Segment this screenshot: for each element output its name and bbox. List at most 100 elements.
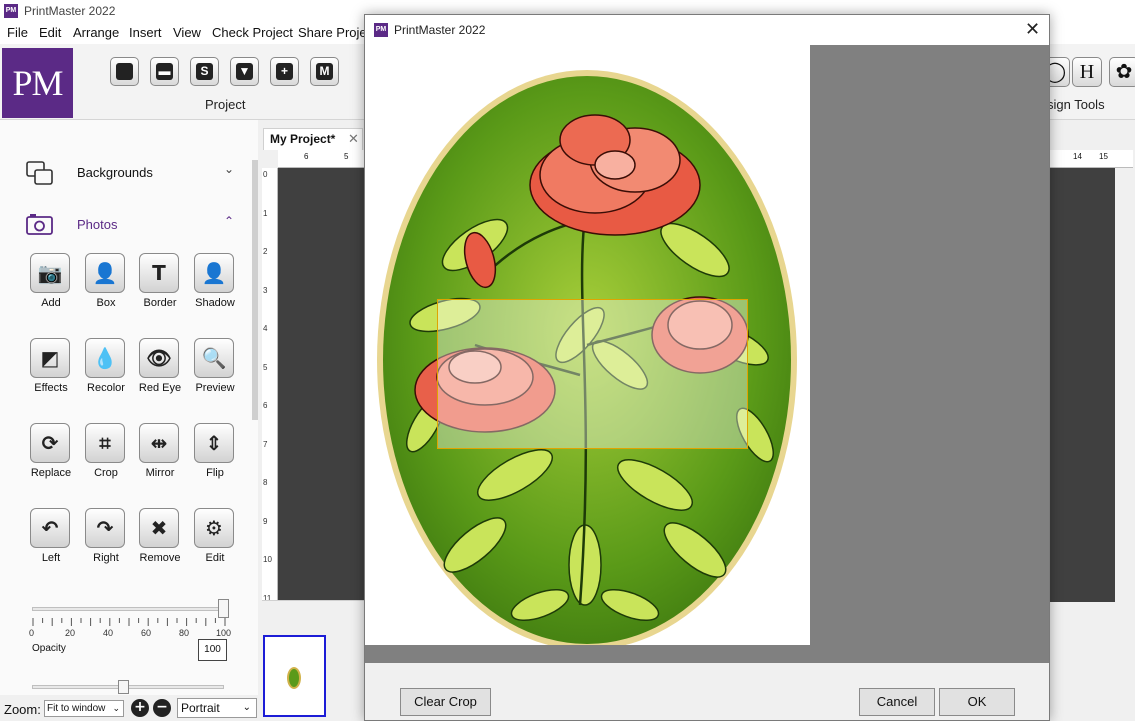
photos-section-header[interactable]: Photos ⌃ <box>0 204 250 244</box>
tool-label: Edit <box>205 552 225 564</box>
menu-arrange[interactable]: Arrange <box>73 25 119 40</box>
tool-label: Red Eye <box>138 382 182 394</box>
tool-button-face[interactable]: 👤 <box>85 253 125 293</box>
tool-right-button[interactable]: ↷ Right <box>82 508 136 572</box>
tool-button-face[interactable]: ⟳ <box>30 423 70 463</box>
tool-crop-button[interactable]: ⌗ Crop <box>82 423 136 487</box>
orientation-select[interactable]: Portrait ⌄ <box>177 698 257 718</box>
tool-button-face[interactable]: 🔍 <box>194 338 234 378</box>
tool-button-face[interactable]: ⇹ <box>139 423 179 463</box>
ruler-label: 14 <box>1073 152 1082 161</box>
ruler-label: 4 <box>263 324 268 333</box>
add-page-button[interactable]: + <box>270 57 299 86</box>
tool-button-face[interactable]: 💧 <box>85 338 125 378</box>
app-icon: PM <box>4 4 18 18</box>
new-project-button[interactable] <box>110 57 139 86</box>
tool-effects-button[interactable]: ◩ Effects <box>27 338 81 402</box>
secondary-slider-thumb[interactable] <box>118 680 130 694</box>
opacity-label: Opacity <box>32 643 66 654</box>
mirror-icon: ⇹ <box>150 431 168 455</box>
close-tab-icon[interactable]: ✕ <box>348 131 359 147</box>
effects-icon: ◩ <box>40 346 60 370</box>
tool-replace-button[interactable]: ⟳ Replace <box>27 423 81 487</box>
crop-image-area[interactable] <box>365 45 810 650</box>
opacity-slider-track[interactable] <box>32 607 224 611</box>
tool-button-face[interactable]: ⚙ <box>194 508 234 548</box>
ruler-label: 7 <box>263 439 268 449</box>
canvas-horizontal-scrollbar-right[interactable] <box>1049 602 1135 622</box>
tool-button-face[interactable]: 📷 <box>30 253 70 293</box>
crop-selection-rectangle[interactable] <box>437 299 748 449</box>
zoom-select[interactable]: Fit to window ⌄ <box>44 700 124 717</box>
tool-button-face[interactable]: ◩ <box>30 338 70 378</box>
replace-icon: ⟳ <box>41 431 59 455</box>
tool-recolor-button[interactable]: 💧 Recolor <box>82 338 136 402</box>
zoom-out-button[interactable]: − <box>153 699 171 717</box>
backgrounds-section-header[interactable]: Backgrounds ⌄ <box>0 152 250 192</box>
dialog-title: PrintMaster 2022 <box>394 23 486 37</box>
flower-tool-button[interactable]: ✿ <box>1109 57 1135 87</box>
tool-left-button[interactable]: ↶ Left <box>27 508 81 572</box>
dialog-close-button[interactable]: ✕ <box>1025 19 1040 40</box>
tool-button-face[interactable]: ↶ <box>30 508 70 548</box>
new-icon <box>116 63 133 80</box>
preview-icon: 🔍 <box>201 346 227 370</box>
opacity-scale-label: 100 <box>216 628 232 638</box>
tool-preview-button[interactable]: 🔍 Preview <box>191 338 245 402</box>
menu-edit[interactable]: Edit <box>39 25 61 40</box>
save-button[interactable]: S <box>190 57 219 86</box>
tool-label: Box <box>96 297 116 309</box>
page-thumbnail[interactable] <box>263 635 326 717</box>
tab-my-project[interactable]: My Project* ✕ <box>263 128 363 150</box>
dialog-app-icon: PM <box>374 23 388 37</box>
tool-shadow-button[interactable]: 👤 Shadow <box>191 253 245 317</box>
ruler-label: 0 <box>263 170 268 179</box>
tool-label: Shadow <box>195 297 235 309</box>
tool-border-button[interactable]: T Border <box>136 253 190 317</box>
zoom-select-value: Fit to window <box>47 703 106 714</box>
zoom-label: Zoom: <box>4 702 41 717</box>
canvas-area[interactable] <box>278 168 368 600</box>
clear-crop-button[interactable]: Clear Crop <box>400 688 491 716</box>
canvas-area-right[interactable] <box>1049 168 1115 602</box>
canvas-vertical-scrollbar[interactable] <box>1115 168 1135 602</box>
menu-share-project[interactable]: Share Projec <box>298 25 373 40</box>
opacity-slider-thumb[interactable] <box>218 599 229 618</box>
tool-button-face[interactable]: ⇕ <box>194 423 234 463</box>
tool-remove-button[interactable]: ✖ Remove <box>136 508 190 572</box>
opacity-value-input[interactable]: 100 <box>198 639 227 661</box>
camera-icon: 📷 <box>37 261 63 285</box>
menu-view[interactable]: View <box>173 25 201 40</box>
tab-label: My Project* <box>270 132 336 146</box>
ok-button[interactable]: OK <box>939 688 1015 716</box>
tool-flip-button[interactable]: ⇕ Flip <box>191 423 245 487</box>
tool-button-face[interactable]: ✖ <box>139 508 179 548</box>
tool-button-face[interactable]: T <box>139 253 179 293</box>
tool-button-face[interactable]: ⌗ <box>85 423 125 463</box>
print-button[interactable]: M <box>310 57 339 86</box>
menu-file[interactable]: File <box>7 25 28 40</box>
ruler-label: 6 <box>304 152 309 161</box>
left-panel-scrollbar[interactable] <box>252 160 258 420</box>
cancel-button[interactable]: Cancel <box>859 688 935 716</box>
zoom-in-button[interactable]: + <box>131 699 149 717</box>
menu-check-project[interactable]: Check Project <box>212 25 293 40</box>
menu-insert[interactable]: Insert <box>129 25 162 40</box>
open-project-button[interactable]: ▬ <box>150 57 179 86</box>
tool-button-face[interactable]: 👁 <box>139 338 179 378</box>
tool-button-face[interactable]: ↷ <box>85 508 125 548</box>
tool-button-face[interactable]: 👤 <box>194 253 234 293</box>
tool-red-eye-button[interactable]: 👁 Red Eye <box>136 338 190 402</box>
tool-mirror-button[interactable]: ⇹ Mirror <box>136 423 190 487</box>
ruler-label: 2 <box>263 247 268 256</box>
ruler-label: 1 <box>263 208 268 218</box>
tool-box-button[interactable]: 👤 Box <box>82 253 136 317</box>
tool-add-button[interactable]: 📷 Add <box>27 253 81 317</box>
opacity-slider-ticks <box>32 618 226 626</box>
save-as-button[interactable]: ▼ <box>230 57 259 86</box>
heading-tool-button[interactable]: H <box>1072 57 1102 87</box>
canvas-horizontal-scrollbar[interactable] <box>262 600 368 622</box>
ruler-label: 6 <box>263 401 268 410</box>
tool-edit-button[interactable]: ⚙ Edit <box>191 508 245 572</box>
ruler-label: 3 <box>263 285 268 295</box>
